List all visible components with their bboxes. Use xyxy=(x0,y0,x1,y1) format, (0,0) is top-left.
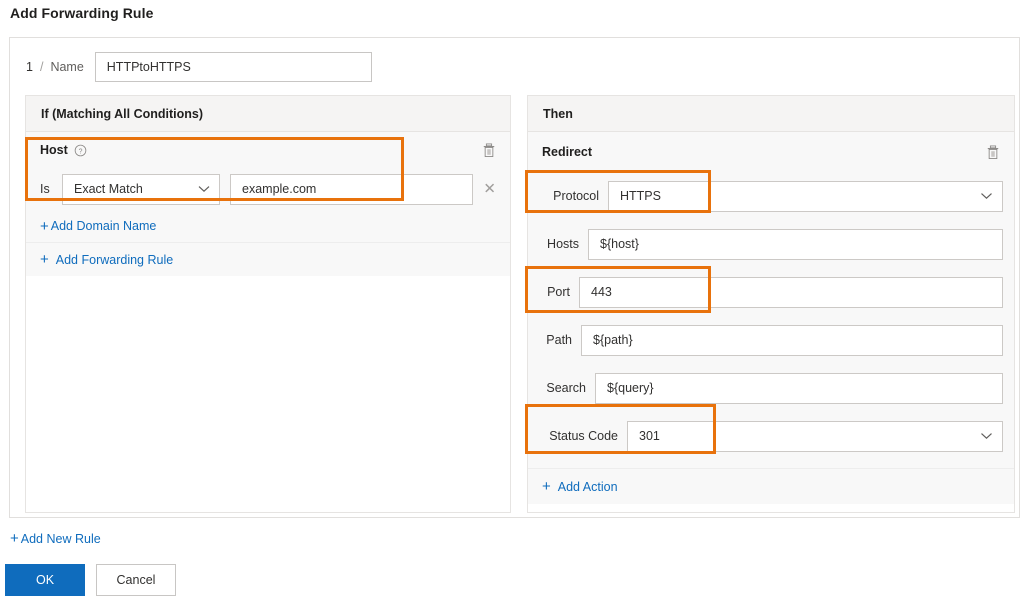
match-type-dropdown[interactable]: Exact Match xyxy=(62,173,220,205)
protocol-value: HTTPS xyxy=(620,189,661,203)
status-code-label: Status Code xyxy=(549,429,618,443)
then-panel-header: Then xyxy=(528,96,1014,132)
delete-condition-button[interactable] xyxy=(480,141,498,159)
rule-separator: / xyxy=(39,59,44,74)
action-block-redirect: Redirect Protocol HTTPS Hosts ${host} Po… xyxy=(528,132,1014,468)
field-row-protocol: Protocol HTTPS xyxy=(528,172,1014,220)
add-new-rule-link[interactable]: + Add New Rule xyxy=(10,531,101,546)
field-row-port: Port 443 xyxy=(528,268,1014,316)
then-panel: Then Redirect Protocol HTTPS Hosts ${hos… xyxy=(527,95,1015,513)
search-label: Search xyxy=(546,381,586,395)
rule-name-input[interactable]: HTTPtoHTTPS xyxy=(94,51,372,82)
add-domain-name-label: Add Domain Name xyxy=(50,219,157,233)
plus-icon: + xyxy=(40,217,49,235)
add-new-rule-row: + Add New Rule xyxy=(10,530,101,548)
if-panel-header: If (Matching All Conditions) xyxy=(26,96,510,132)
chevron-down-icon xyxy=(980,192,993,200)
close-icon[interactable]: ✕ xyxy=(483,182,496,197)
rule-index: 1 xyxy=(26,59,33,74)
rule-name-value: HTTPtoHTTPS xyxy=(106,59,191,74)
add-domain-name-row: + Add Domain Name xyxy=(26,210,510,242)
search-input[interactable]: ${query} xyxy=(595,372,1003,404)
plus-icon: + xyxy=(542,478,551,495)
add-forwarding-rule-dialog: Add Forwarding Rule 1 / Name HTTPtoHTTPS… xyxy=(0,0,1028,600)
action-block-spacer xyxy=(528,460,1014,468)
search-value: ${query} xyxy=(607,381,654,395)
field-row-status-code: Status Code 301 xyxy=(528,412,1014,460)
hosts-label: Hosts xyxy=(547,237,579,251)
status-code-value: 301 xyxy=(639,429,660,443)
rule-name-label: Name xyxy=(50,59,84,74)
status-code-dropdown[interactable]: 301 xyxy=(627,420,1003,452)
condition-value-input[interactable]: example.com xyxy=(230,173,473,205)
condition-value-row: Is Exact Match example.com ✕ xyxy=(26,168,510,210)
add-forwarding-rule-row: + Add Forwarding Rule xyxy=(26,242,510,276)
rule-name-row: 1 / Name HTTPtoHTTPS xyxy=(10,38,1019,95)
rule-panels: If (Matching All Conditions) Host ? Is E… xyxy=(25,95,1015,513)
condition-value-text: example.com xyxy=(242,182,317,196)
port-input[interactable]: 443 xyxy=(579,276,1003,308)
condition-operator-label: Is xyxy=(40,182,50,196)
path-input[interactable]: ${path} xyxy=(581,324,1003,356)
path-label: Path xyxy=(546,333,572,347)
path-value: ${path} xyxy=(593,333,633,347)
dialog-buttons: OK Cancel xyxy=(5,564,176,596)
add-action-label: Add Action xyxy=(557,479,618,494)
match-type-value: Exact Match xyxy=(74,182,143,196)
plus-icon: + xyxy=(10,530,19,547)
rule-card: 1 / Name HTTPtoHTTPS If (Matching All Co… xyxy=(9,37,1020,518)
condition-block-host: Host ? Is Exact Match example.com ✕ + Ad… xyxy=(26,132,510,242)
field-row-path: Path ${path} xyxy=(528,316,1014,364)
port-value: 443 xyxy=(591,285,612,299)
chevron-down-icon xyxy=(198,185,210,193)
page-title: Add Forwarding Rule xyxy=(10,5,154,21)
add-action-row: + Add Action xyxy=(528,468,1014,504)
field-row-search: Search ${query} xyxy=(528,364,1014,412)
add-forwarding-rule-link[interactable]: + Add Forwarding Rule xyxy=(40,252,173,267)
action-title: Redirect xyxy=(542,145,593,159)
protocol-label: Protocol xyxy=(553,189,599,203)
field-row-hosts: Hosts ${host} xyxy=(528,220,1014,268)
condition-title: Host xyxy=(40,143,68,157)
add-forwarding-rule-label: Add Forwarding Rule xyxy=(55,252,174,267)
protocol-dropdown[interactable]: HTTPS xyxy=(608,180,1003,212)
help-circle-icon[interactable]: ? xyxy=(74,144,87,157)
delete-action-button[interactable] xyxy=(984,143,1002,161)
plus-icon: + xyxy=(40,251,49,268)
svg-text:?: ? xyxy=(78,148,82,155)
add-new-rule-label: Add New Rule xyxy=(20,531,101,546)
port-label: Port xyxy=(547,285,570,299)
condition-title-row: Host ? xyxy=(26,132,510,168)
ok-button[interactable]: OK xyxy=(5,564,85,596)
if-panel: If (Matching All Conditions) Host ? Is E… xyxy=(25,95,511,513)
add-domain-name-link[interactable]: + Add Domain Name xyxy=(40,219,156,234)
hosts-value: ${host} xyxy=(600,237,639,251)
hosts-input[interactable]: ${host} xyxy=(588,228,1003,260)
cancel-button[interactable]: Cancel xyxy=(96,564,176,596)
add-action-link[interactable]: + Add Action xyxy=(542,479,618,494)
chevron-down-icon xyxy=(980,432,993,440)
action-title-row: Redirect xyxy=(528,132,1014,172)
